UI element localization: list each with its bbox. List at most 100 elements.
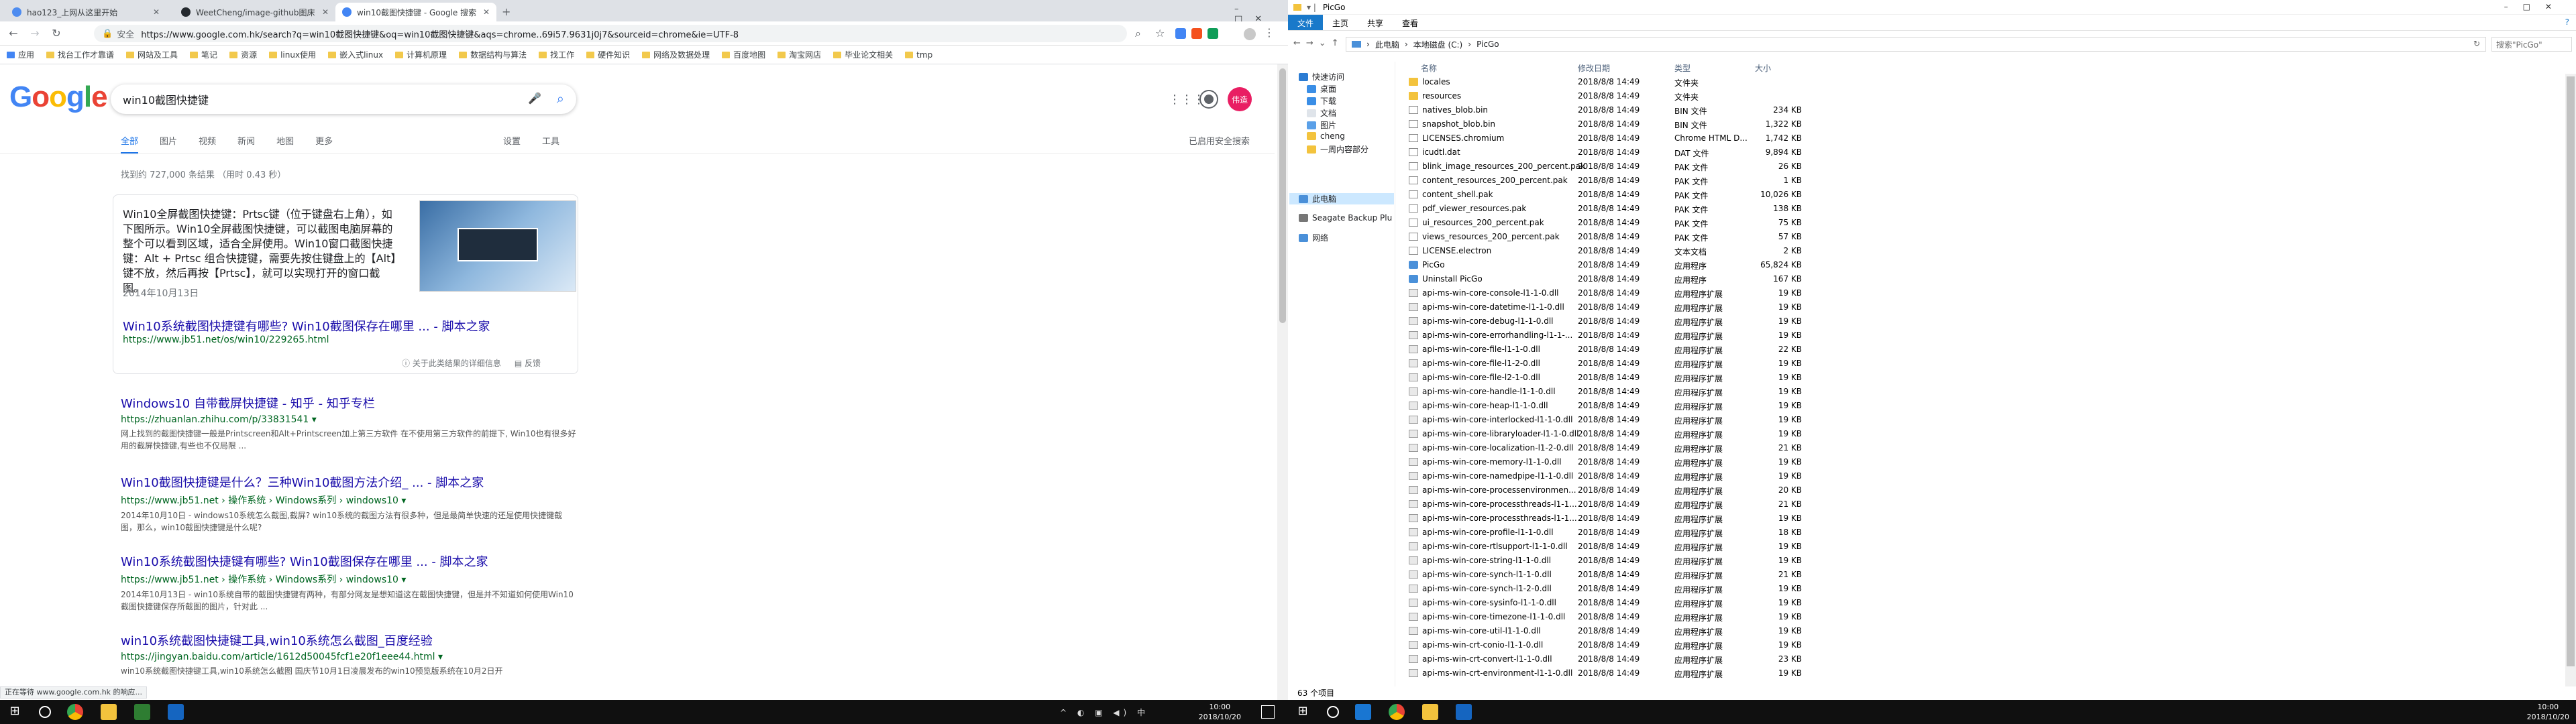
tab-videos[interactable]: 视频 [199, 134, 216, 154]
refresh-icon[interactable]: ↻ [2473, 39, 2480, 48]
result-url[interactable]: https://www.jb51.net › 操作系统 › Windows系列 … [121, 572, 577, 586]
result-url[interactable]: https://jingyan.baidu.com/article/1612d5… [121, 652, 577, 662]
result-url[interactable]: https://zhuanlan.zhihu.com/p/33831541 ▾ [121, 414, 577, 425]
extension-icon[interactable] [1191, 28, 1202, 39]
tab-google-search[interactable]: win10截图快捷键 - Google 搜索 ✕ [335, 3, 496, 21]
window-controls[interactable]: –□✕ [2504, 2, 2567, 11]
bookmark-item[interactable]: 毕业论文相关 [833, 49, 893, 60]
file-row[interactable]: api-ms-win-core-console-l1-1-0.dll 2018/8… [1406, 286, 1876, 300]
bookmark-item[interactable]: 资源 [229, 49, 257, 60]
windows-start-icon[interactable]: ⊞ [1295, 704, 1311, 720]
tab-more[interactable]: 更多 [315, 134, 333, 154]
chrome-icon[interactable] [1389, 704, 1405, 720]
file-row[interactable]: api-ms-win-core-timezone-l1-1-0.dll 2018/… [1406, 610, 1876, 623]
file-row[interactable]: natives_blob.bin 2018/8/8 14:49 BIN 文件 234 … [1406, 103, 1876, 117]
file-row[interactable]: icudtl.dat 2018/8/8 14:49 DAT 文件 9,894 KB [1406, 145, 1876, 159]
result-title[interactable]: Win10截图快捷键是什么？三种Win10截图方法介绍_ ... - 脚本之家 [121, 473, 577, 491]
file-row[interactable]: api-ms-win-core-file-l1-2-0.dll 2018/8/8 … [1406, 357, 1876, 370]
ribbon-tab-share[interactable]: 共享 [1358, 15, 1393, 30]
about-results-link[interactable]: ⓘ 关于此类结果的详细信息 [402, 357, 501, 369]
file-row[interactable]: api-ms-win-crt-convert-l1-1-0.dll 2018/8/… [1406, 652, 1876, 666]
tab-images[interactable]: 图片 [160, 134, 177, 154]
ribbon-tab-home[interactable]: 主页 [1323, 15, 1358, 30]
breadcrumb-c-drive[interactable]: 本地磁盘 (C:) [1413, 39, 1463, 50]
taskbar-clock[interactable]: 10:00 2018/10/20 [2527, 702, 2569, 722]
search-input[interactable]: win10截图快捷键 🎤 ⌕ [111, 84, 576, 114]
file-row[interactable]: api-ms-win-core-rtlsupport-l1-1-0.dll 201… [1406, 540, 1876, 553]
bookmark-item[interactable]: tmp [905, 50, 932, 60]
file-row[interactable]: content_shell.pak 2018/8/8 14:49 PAK 文件 10,… [1406, 188, 1876, 201]
nav-item[interactable]: 桌面 [1307, 83, 1336, 95]
file-row[interactable]: resources 2018/8/8 14:49 文件夹 [1406, 89, 1876, 103]
file-row[interactable]: api-ms-win-core-debug-l1-1-0.dll 2018/8/8… [1406, 314, 1876, 328]
search-icon[interactable]: ⌕ [557, 90, 564, 107]
task-view-icon[interactable] [1355, 704, 1371, 720]
bookmark-item[interactable]: 找台工作才靠谱 [46, 49, 114, 60]
col-modified[interactable]: 修改日期 [1578, 62, 1610, 74]
bookmark-item[interactable]: 嵌入式linux [328, 49, 383, 60]
windows-start-icon[interactable]: ⊞ [7, 704, 23, 720]
close-icon[interactable]: ✕ [148, 7, 160, 17]
file-row[interactable]: api-ms-win-core-synch-l1-1-0.dll 2018/8/8… [1406, 568, 1876, 581]
reload-icon[interactable]: ↻ [50, 27, 63, 40]
bookmark-item[interactable]: 数据结构与算法 [459, 49, 527, 60]
page-scrollbar[interactable] [1277, 64, 1288, 700]
breadcrumb-picgo[interactable]: PicGo [1477, 40, 1499, 49]
file-row[interactable]: api-ms-win-core-handle-l1-1-0.dll 2018/8/… [1406, 385, 1876, 398]
file-row[interactable]: pdf_viewer_resources.pak 2018/8/8 14:49 PA… [1406, 202, 1876, 215]
file-row[interactable]: api-ms-win-core-localization-l1-2-0.dll 2… [1406, 441, 1876, 455]
extension-icon[interactable] [1208, 28, 1218, 39]
snippet-link[interactable]: Win10系统截图快捷键有哪些? Win10截图保存在哪里 ... - 脚本之家 [123, 317, 490, 335]
breadcrumb-this-pc[interactable]: 此电脑 [1375, 39, 1399, 50]
new-tab-plus-icon[interactable]: + [502, 5, 511, 18]
file-row[interactable]: LICENSE.electron 2018/8/8 14:49 文本文档 2 KB [1406, 244, 1876, 257]
file-row[interactable]: api-ms-win-core-namedpipe-l1-1-0.dll 2018… [1406, 469, 1876, 483]
file-row[interactable]: api-ms-win-core-profile-l1-1-0.dll 2018/8… [1406, 526, 1876, 539]
bookmark-item[interactable]: 网络及数据处理 [642, 49, 710, 60]
app-icon[interactable] [168, 704, 184, 720]
file-row[interactable]: locales 2018/8/8 14:49 文件夹 [1406, 75, 1876, 88]
file-row[interactable]: api-ms-win-core-libraryloader-l1-1-0.dll… [1406, 427, 1876, 440]
file-row[interactable]: blink_image_resources_200_percent.pak 201… [1406, 160, 1876, 173]
feedback-link[interactable]: ▤ 反馈 [515, 357, 541, 369]
file-explorer-icon[interactable] [1422, 704, 1438, 720]
file-row[interactable]: LICENSES.chromium 2018/8/8 14:49 Chrome HT… [1406, 131, 1876, 145]
col-type[interactable]: 类型 [1674, 62, 1690, 74]
tab-news[interactable]: 新闻 [237, 134, 255, 154]
chrome-icon[interactable] [67, 704, 83, 720]
col-name[interactable]: 名称 [1421, 62, 1437, 74]
file-row[interactable]: api-ms-win-core-processenvironmen... 2018… [1406, 483, 1876, 497]
search-icon[interactable]: ⌕ [1135, 27, 1141, 40]
result-title[interactable]: win10系统截图快捷键工具,win10系统怎么截图_百度经验 [121, 631, 577, 649]
file-row[interactable]: api-ms-win-core-datetime-l1-1-0.dll 2018/… [1406, 300, 1876, 314]
google-logo[interactable]: Google [9, 80, 108, 114]
avatar[interactable]: 伟造 [1228, 87, 1252, 111]
cortana-icon[interactable] [1327, 706, 1339, 718]
notifications-icon[interactable] [1201, 91, 1217, 107]
explorer-search-input[interactable]: 搜索"PicGo" [2491, 37, 2572, 52]
nav-item[interactable]: 一周内容部分 [1307, 143, 1368, 155]
tab-all[interactable]: 全部 [121, 134, 139, 154]
bookmark-item[interactable]: 网站及工具 [126, 49, 178, 60]
tools-link[interactable]: 工具 [542, 134, 559, 147]
tab-github[interactable]: WeetCheng/image-github图床 ✕ [174, 3, 335, 21]
safe-search-label[interactable]: 已启用安全搜索 [1189, 134, 1250, 147]
result-title[interactable]: Win10系统截图快捷键有哪些? Win10截图保存在哪里 ... - 脚本之家 [121, 552, 577, 570]
close-icon[interactable]: ✕ [478, 7, 490, 17]
forward-arrow-icon[interactable]: → [28, 27, 42, 40]
file-row[interactable]: content_resources_200_percent.pak 2018/8/… [1406, 174, 1876, 187]
address-bar[interactable]: 🔒 安全 https://www.google.com.hk/search?q=… [94, 25, 1127, 42]
result-title[interactable]: Windows10 自带截屏快捷键 - 知乎 - 知乎专栏 [121, 394, 577, 412]
snippet-image[interactable] [419, 200, 576, 292]
scrollbar-thumb[interactable] [1279, 68, 1286, 323]
file-row[interactable]: api-ms-win-crt-conio-l1-1-0.dll 2018/8/8 … [1406, 638, 1876, 652]
tab-maps[interactable]: 地图 [276, 134, 294, 154]
bookmark-item[interactable]: 淘宝网店 [777, 49, 821, 60]
nav-item[interactable]: 图片 [1307, 119, 1336, 131]
nav-item[interactable]: 网络 [1299, 232, 1328, 243]
extension-icon[interactable] [1175, 28, 1186, 39]
notification-center-icon[interactable] [1261, 705, 1275, 719]
ribbon-tab-view[interactable]: 查看 [1393, 15, 1428, 30]
nav-arrows[interactable]: ←→⌄↑ [1293, 38, 1344, 48]
file-row[interactable]: PicGo 2018/8/8 14:49 应用程序 65,824 KB [1406, 258, 1876, 272]
